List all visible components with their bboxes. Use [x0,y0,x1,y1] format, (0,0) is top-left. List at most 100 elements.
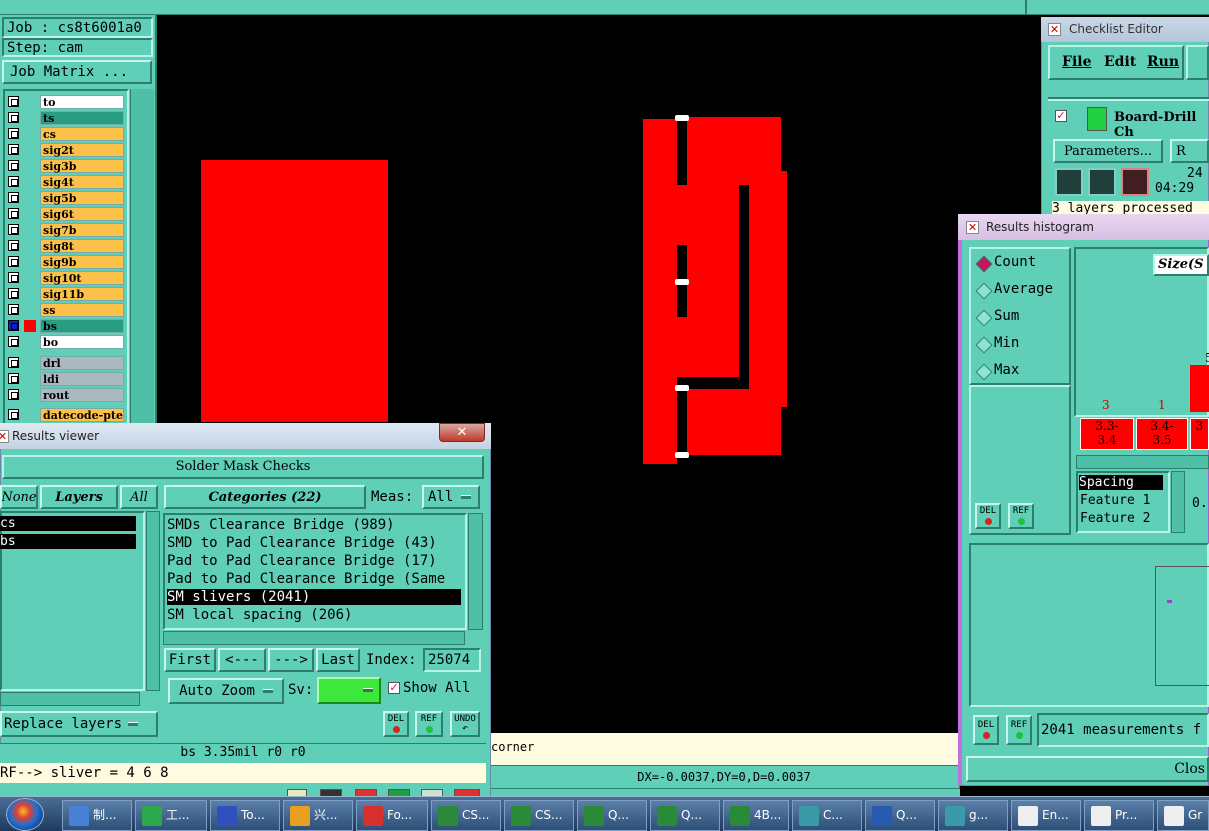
list-item-feature-2[interactable]: Feature 2 [1080,511,1150,526]
layer-checkbox[interactable] [8,320,19,331]
layer-row[interactable]: rout [6,388,124,402]
histogram-list-scrollbar[interactable] [1171,471,1185,533]
preview-ref-button[interactable]: REF [1006,715,1032,745]
taskbar-button[interactable]: g... [938,800,1008,831]
layer-row[interactable]: datecode-pte [6,408,124,422]
index-input[interactable]: 25074 [423,648,481,672]
layer-checkbox[interactable] [8,256,19,267]
layer-list-scrollbar[interactable] [130,89,154,425]
taskbar-button[interactable]: 兴... [283,800,353,831]
layer-row[interactable]: cs [6,127,124,141]
menu-run[interactable]: Run [1147,54,1179,70]
next-button[interactable]: ---> [268,648,314,672]
meas-dropdown[interactable]: All [422,485,480,509]
categories-scrollbar[interactable] [468,513,483,630]
layer-row[interactable]: sig6t [6,207,124,221]
layer-row[interactable]: drl [6,356,124,370]
layers-hscrollbar[interactable] [0,692,140,706]
taskbar-button[interactable]: Fo... [356,800,428,831]
ref-button[interactable]: REF [415,711,443,737]
parameters-button[interactable]: Parameters... [1053,139,1163,163]
layer-checkbox[interactable] [8,357,19,368]
run-all-icon[interactable] [1088,168,1116,196]
layer-row[interactable]: bs [6,319,124,333]
layer-row[interactable]: sig10t [6,271,124,285]
category-item[interactable]: Pad to Pad Clearance Bridge (17) [167,553,461,569]
taskbar-button[interactable]: To... [210,800,280,831]
undo-button[interactable]: UNDO ↶ [450,711,480,737]
taskbar-button[interactable]: C... [792,800,862,831]
stop-icon[interactable] [1121,168,1149,196]
layers-scrollbar[interactable] [146,511,160,691]
category-item[interactable]: SMDs Clearance Bridge (989) [167,517,461,533]
layer-item-cs[interactable]: cs [0,516,136,531]
layer-row[interactable]: ts [6,111,124,125]
layer-row[interactable]: ldi [6,372,124,386]
categories-hscrollbar[interactable] [163,631,465,645]
layer-checkbox[interactable] [8,240,19,251]
layers-button[interactable]: Layers [40,485,118,509]
taskbar-button[interactable]: En... [1011,800,1081,831]
category-item[interactable]: SM slivers (2041) [167,589,461,605]
layer-checkbox[interactable] [8,208,19,219]
layer-checkbox[interactable] [8,144,19,155]
sv-color-dropdown[interactable] [317,677,381,704]
histogram-del-button[interactable]: DEL [975,503,1001,529]
histogram-bin[interactable]: 3 [1190,418,1209,450]
layer-row[interactable]: sig8t [6,239,124,253]
start-button[interactable] [6,798,44,831]
del-button[interactable]: DEL [383,711,409,737]
layer-row[interactable]: sig7b [6,223,124,237]
layer-checkbox[interactable] [8,373,19,384]
layer-checkbox[interactable] [8,128,19,139]
taskbar-button[interactable]: Pr... [1084,800,1154,831]
layer-checkbox[interactable] [8,112,19,123]
layer-checkbox[interactable] [8,192,19,203]
preview-del-button[interactable]: DEL [973,715,999,745]
taskbar-button[interactable]: Q... [865,800,935,831]
layer-row[interactable]: bo [6,335,124,349]
layer-row[interactable]: sig5b [6,191,124,205]
none-button[interactable]: None [0,485,38,509]
r-button[interactable]: R [1170,139,1209,163]
taskbar-button[interactable]: 工... [135,800,207,831]
category-item[interactable]: SM local spacing (206) [167,607,461,623]
layer-checkbox[interactable] [8,389,19,400]
taskbar-button[interactable]: Q... [577,800,647,831]
layer-checkbox[interactable] [8,224,19,235]
layer-row[interactable]: sig2t [6,143,124,157]
layer-row[interactable]: to [6,95,124,109]
category-item[interactable]: SMD to Pad Clearance Bridge (43) [167,535,461,551]
taskbar-button[interactable]: Gr [1157,800,1209,831]
menu-edit[interactable]: Edit [1104,54,1136,70]
histogram-ref-button[interactable]: REF [1008,503,1034,529]
last-button[interactable]: Last [316,648,360,672]
layer-checkbox[interactable] [8,288,19,299]
layer-checkbox[interactable] [8,96,19,107]
list-item-spacing[interactable]: Spacing [1079,475,1163,490]
category-item[interactable]: Pad to Pad Clearance Bridge (Same [167,571,461,587]
checklist-item-label[interactable]: Board-Drill Ch [1114,110,1209,140]
histogram-hscrollbar[interactable] [1076,455,1209,469]
layer-item-bs[interactable]: bs [0,534,136,549]
show-all-checkbox[interactable]: ✓ [388,682,400,694]
histogram-close-button[interactable]: Clos [966,756,1209,782]
first-button[interactable]: First [164,648,216,672]
layer-checkbox[interactable] [8,336,19,347]
auto-zoom-dropdown[interactable]: Auto Zoom [168,678,284,704]
close-button[interactable]: ✕ [439,423,485,442]
taskbar-button[interactable]: 4B... [723,800,789,831]
layer-row[interactable]: sig11b [6,287,124,301]
layer-checkbox[interactable] [8,304,19,315]
job-matrix-button[interactable]: Job Matrix ... [2,60,152,84]
taskbar-button[interactable]: Q... [650,800,720,831]
histogram-bar[interactable] [1190,365,1209,412]
menu-file[interactable]: File [1062,54,1091,70]
layer-checkbox[interactable] [8,160,19,171]
histogram-bin[interactable]: 3.4- 3.5 [1136,418,1188,450]
layer-checkbox[interactable] [8,176,19,187]
layer-row[interactable]: sig4t [6,175,124,189]
layer-checkbox[interactable] [8,409,19,420]
layer-row[interactable]: sig9b [6,255,124,269]
categories-button[interactable]: Categories (22) [164,485,366,509]
